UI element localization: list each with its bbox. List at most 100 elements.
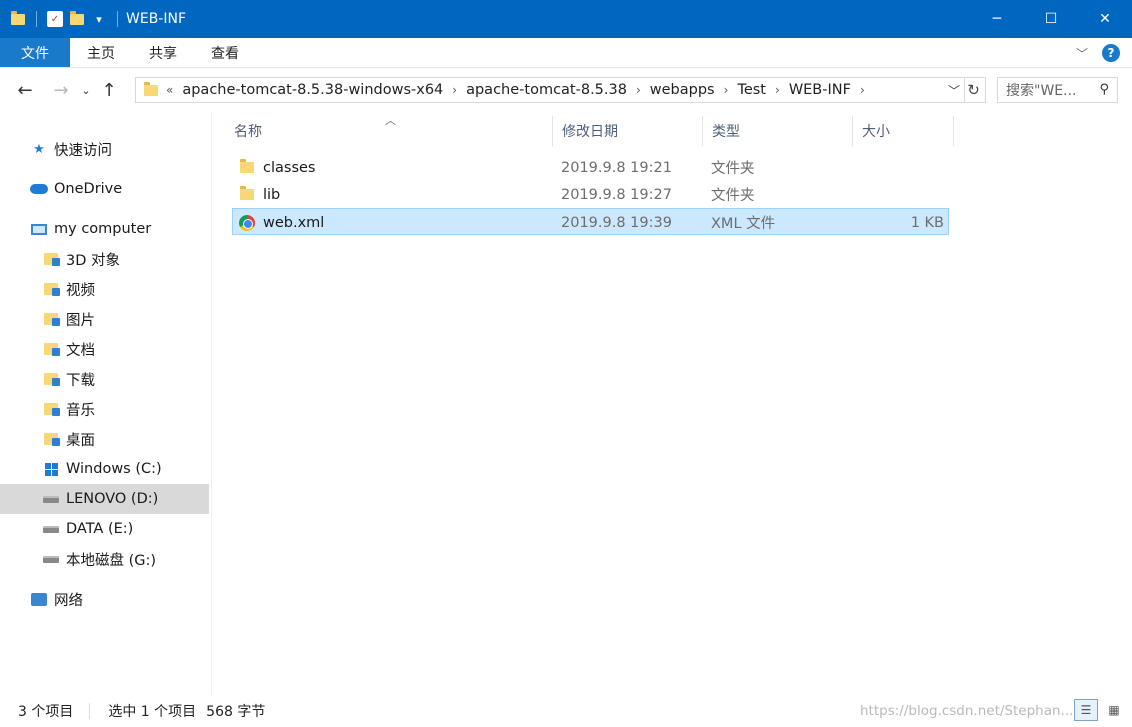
drive-icon (42, 551, 60, 567)
folder-pictures-icon (42, 311, 60, 327)
breadcrumb-item[interactable]: apache-tomcat-8.5.38 (457, 82, 636, 98)
breadcrumb-overflow[interactable]: « (166, 83, 173, 97)
address-dropdown-icon[interactable]: ﹀ (948, 82, 960, 99)
file-row-lib[interactable]: lib 2019.9.8 19:27 文件夹 (232, 181, 949, 208)
tab-view[interactable]: 查看 (194, 38, 256, 67)
selection-size: 568 字节 (206, 704, 266, 720)
window-title: WEB-INF (126, 11, 186, 27)
tab-home[interactable]: 主页 (70, 38, 132, 67)
file-name: web.xml (263, 214, 325, 231)
nav-item-pictures[interactable]: 图片 (42, 304, 95, 334)
nav-item-3d-objects[interactable]: 3D 对象 (42, 244, 120, 274)
address-bar[interactable]: « apache-tomcat-8.5.38-windows-x64 › apa… (135, 77, 965, 103)
column-header-type[interactable]: 类型 (703, 116, 853, 146)
file-size: 1 KB (910, 214, 944, 231)
search-placeholder: 搜索"WE... (1006, 83, 1077, 99)
breadcrumb-chevron-icon[interactable]: › (860, 83, 865, 97)
file-row-web-xml[interactable]: web.xml 2019.9.8 19:39 XML 文件 1 KB (232, 208, 949, 235)
breadcrumb-item[interactable]: apache-tomcat-8.5.38-windows-x64 (173, 82, 452, 98)
refresh-icon[interactable]: ↻ (962, 77, 986, 103)
breadcrumb-item[interactable]: webapps (641, 82, 724, 98)
folder-icon (238, 186, 255, 203)
nav-item-videos[interactable]: 视频 (42, 274, 95, 304)
nav-item-drive-c[interactable]: Windows (C:) (42, 454, 162, 484)
nav-item-drive-g[interactable]: 本地磁盘 (G:) (42, 544, 156, 574)
folder-app-icon[interactable] (10, 10, 26, 27)
nav-label: 桌面 (66, 432, 95, 449)
large-icons-view-icon[interactable]: ▦ (1102, 699, 1126, 721)
folder-icon (238, 159, 255, 176)
address-row: ← → ⌄ ↑ « apache-tomcat-8.5.38-windows-x… (0, 68, 1132, 112)
status-bar: 3 个项目 选中 1 个项目 568 字节 https://blog.csdn.… (0, 695, 1132, 727)
nav-item-onedrive[interactable]: OneDrive (30, 174, 122, 204)
chrome-icon (238, 214, 255, 231)
quick-access-toolbar: ✓ ▾ (0, 0, 122, 38)
nav-label: 3D 对象 (66, 252, 120, 269)
nav-item-documents[interactable]: 文档 (42, 334, 95, 364)
navigation-pane: ★ 快速访问 OneDrive my computer 3D 对象 视频 图片 文… (0, 112, 212, 695)
up-arrow-icon[interactable]: ↑ (96, 80, 122, 101)
nav-label: 文档 (66, 342, 95, 359)
help-icon[interactable]: ? (1102, 44, 1120, 62)
expand-ribbon-chevron-icon[interactable]: ﹀ (1076, 45, 1088, 62)
back-arrow-icon[interactable]: ← (12, 80, 38, 101)
nav-item-network[interactable]: 网络 (30, 584, 83, 614)
cloud-icon (30, 181, 48, 197)
network-icon (30, 591, 48, 607)
breadcrumb-item[interactable]: WEB-INF (780, 82, 860, 98)
new-folder-icon[interactable] (69, 10, 85, 27)
nav-label: LENOVO (D:) (66, 491, 159, 507)
file-list: ︿ 名称 修改日期 类型 大小 classes 2019.9.8 19:21 文… (213, 112, 1132, 695)
nav-label: 本地磁盘 (G:) (66, 552, 157, 569)
column-header-name[interactable]: 名称 (225, 116, 553, 146)
star-icon: ★ (33, 141, 45, 157)
nav-item-music[interactable]: 音乐 (42, 394, 95, 424)
nav-label: 音乐 (66, 402, 95, 419)
file-type: 文件夹 (711, 188, 755, 204)
close-button[interactable]: ✕ (1078, 0, 1132, 38)
column-headers: 名称 修改日期 类型 大小 (213, 116, 954, 146)
nav-label: DATA (E:) (66, 521, 134, 537)
nav-item-my-computer[interactable]: my computer (30, 214, 151, 244)
breadcrumb-item[interactable]: Test (728, 82, 775, 98)
window-controls: ─ ☐ ✕ (970, 0, 1132, 38)
nav-label: 网络 (54, 592, 83, 609)
watermark-text: https://blog.csdn.net/Stephan... (860, 703, 1074, 719)
folder-desktop-icon (42, 431, 60, 447)
tab-file[interactable]: 文件 (0, 38, 70, 67)
separator (117, 11, 118, 27)
separator (36, 11, 37, 27)
windows-drive-icon (42, 461, 60, 477)
properties-icon[interactable]: ✓ (47, 11, 63, 27)
search-icon: ⚲ (1099, 82, 1109, 97)
file-date: 2019.9.8 19:39 (561, 214, 672, 231)
folder-3d-icon (42, 251, 60, 267)
computer-icon (30, 221, 48, 237)
file-name: classes (263, 159, 316, 176)
nav-item-downloads[interactable]: 下载 (42, 364, 95, 394)
file-date: 2019.9.8 19:21 (561, 159, 672, 176)
folder-downloads-icon (42, 371, 60, 387)
file-name-cell: web.xml (238, 209, 324, 236)
file-name-cell: lib (238, 181, 280, 208)
column-header-date[interactable]: 修改日期 (553, 116, 703, 146)
file-type: 文件夹 (711, 161, 755, 177)
nav-item-drive-d[interactable]: LENOVO (D:) (0, 484, 209, 514)
customize-toolbar-dropdown-icon[interactable]: ▾ (91, 11, 107, 27)
column-header-size[interactable]: 大小 (853, 116, 954, 146)
drive-icon (42, 491, 60, 507)
recent-locations-chevron-icon[interactable]: ⌄ (78, 84, 94, 97)
search-input[interactable]: 搜索"WE... ⚲ (997, 77, 1118, 103)
file-date: 2019.9.8 19:27 (561, 186, 672, 203)
minimize-button[interactable]: ─ (970, 0, 1024, 38)
file-row-classes[interactable]: classes 2019.9.8 19:21 文件夹 (232, 154, 949, 181)
forward-arrow-icon[interactable]: → (48, 80, 74, 101)
nav-item-drive-e[interactable]: DATA (E:) (42, 514, 133, 544)
maximize-button[interactable]: ☐ (1024, 0, 1078, 38)
nav-item-quick-access[interactable]: ★ 快速访问 (30, 134, 112, 164)
tab-share[interactable]: 共享 (132, 38, 194, 67)
nav-item-desktop[interactable]: 桌面 (42, 424, 95, 454)
view-switcher: ☰ ▦ (1074, 699, 1126, 721)
folder-documents-icon (42, 341, 60, 357)
details-view-icon[interactable]: ☰ (1074, 699, 1098, 721)
